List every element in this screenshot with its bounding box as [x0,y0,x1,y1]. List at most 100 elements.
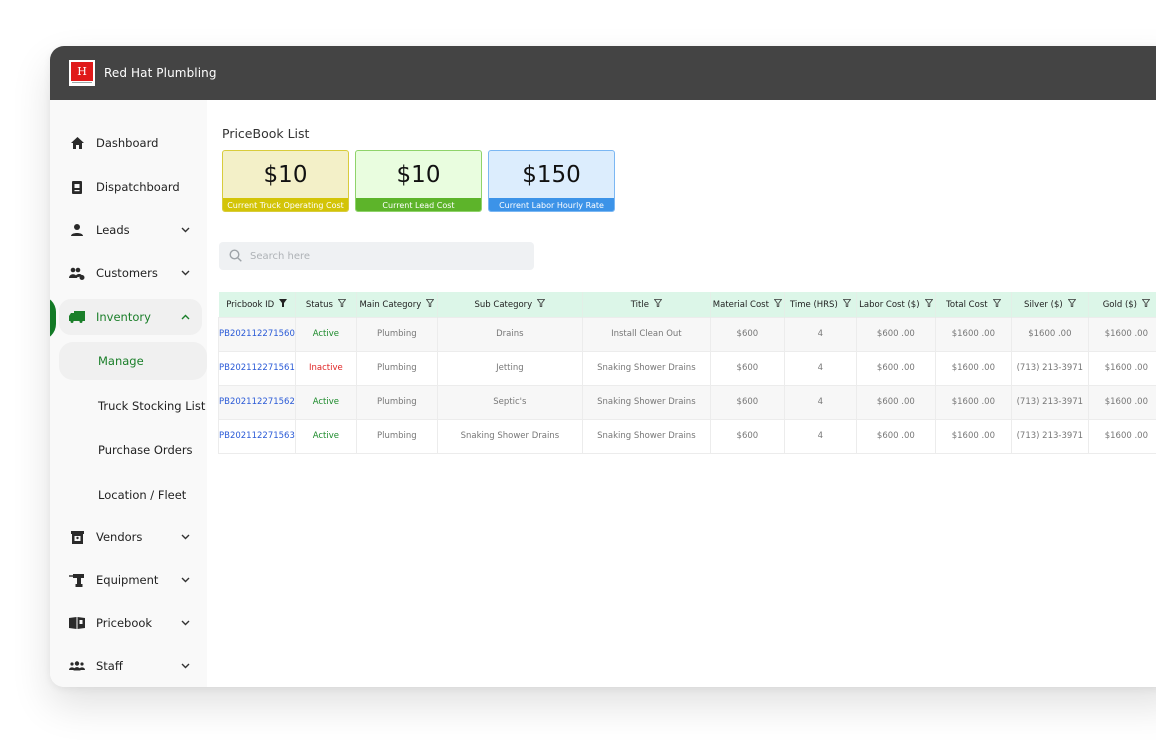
column-header-main-category[interactable]: Main Category [356,292,438,317]
filter-icon[interactable] [279,298,288,310]
card-label: Current Labor Hourly Rate [489,198,614,211]
cell-time-hrs: 4 [783,350,857,386]
search-icon [229,247,242,266]
column-header-label: Status [305,299,333,310]
cell-pricebook-id[interactable]: PB202112271561 [218,350,296,386]
lead-cost-card: $10 Current Lead Cost [355,150,482,212]
customers-icon [68,265,86,281]
table-row[interactable]: PB202112271562 Active Plumbing Septic's Snak… [218,384,1156,420]
table-row[interactable]: PB202112271560 Active Plumbing Drains Instal… [218,316,1156,352]
card-value: $10 [263,161,308,188]
filter-icon[interactable] [992,298,1001,310]
column-header-label: Silver ($) [1024,299,1063,310]
sidebar-item-dashboard[interactable]: Dashboard [59,125,202,161]
chevron-down-icon[interactable] [178,268,192,279]
column-header-material-cost[interactable]: Material Cost [710,292,785,317]
column-header-time-hrs[interactable]: Time (HRS) [784,292,857,317]
cell-status: Active [294,384,357,420]
sidebar-item-vendors[interactable]: Vendors [59,519,202,555]
sidebar-item-label: Leads [96,223,130,237]
column-header-title[interactable]: Title [582,292,711,317]
sidebar-item-dispatchboard[interactable]: Dispatchboard [59,169,202,205]
cell-main-category: Plumbing [355,384,438,420]
filter-icon[interactable] [653,298,663,310]
cell-main-category: Plumbing [355,418,438,454]
table-row[interactable]: PB202112271563 Active Plumbing Snaking Show… [218,418,1156,454]
cell-time-hrs: 4 [783,316,857,352]
page-title: PriceBook List [222,126,310,141]
column-header-status[interactable]: Status [295,292,357,317]
column-header-label: Labor Cost ($) [859,299,920,310]
sidebar-item-label: Equipment [96,573,159,587]
sidebar-item-inventory[interactable]: Inventory [59,299,202,335]
cell-pricebook-id[interactable]: PB202112271562 [218,384,296,420]
sidebar-subitem-location-fleet[interactable]: Location / Fleet [59,476,207,514]
sidebar-item-label: Pricebook [96,616,153,630]
filter-icon[interactable] [337,298,347,310]
cell-pricebook-id[interactable]: PB202112271563 [218,418,296,454]
column-header-pricebook-id[interactable]: Pricbook ID [218,292,296,317]
column-header-sub-category[interactable]: Sub Category [437,292,583,317]
sidebar-subitem-purchase-orders[interactable]: Purchase Orders [59,431,207,469]
logo-letter: H [71,62,93,81]
sidebar-item-customers[interactable]: Customers [59,255,202,291]
cell-gold: $1600 .00 [1087,350,1156,386]
column-header-gold[interactable]: Gold ($) [1088,292,1156,317]
filter-icon[interactable] [1141,298,1151,310]
sidebar-item-leads[interactable]: Leads [59,212,202,248]
app-window: H Red Hat Plumbling Dashboard Dispatchbo… [50,46,1156,687]
company-logo[interactable]: H [69,60,95,86]
filter-icon[interactable] [924,298,933,310]
chevron-down-icon[interactable] [178,532,192,543]
book-icon [68,615,86,631]
cell-sub-category: Snaking Shower Drains [436,418,583,454]
chevron-down-icon[interactable] [178,575,192,586]
chevron-up-icon[interactable] [178,312,192,323]
cell-labor-cost: $600 .00 [855,384,936,420]
search-input[interactable] [250,250,510,262]
sidebar-item-pricebook[interactable]: Pricebook [59,605,202,641]
column-header-labor-cost[interactable]: Labor Cost ($) [856,292,936,317]
home-icon [68,135,86,151]
sidebar-subitem-manage[interactable]: Manage [59,342,207,380]
pricebook-table: Pricbook ID Status Main Category Sub Catego… [218,292,1156,454]
sidebar: Dashboard Dispatchboard Leads Customers [50,100,207,687]
cell-title: Snaking Shower Drains [581,384,711,420]
logo-underline [72,82,92,85]
filter-icon[interactable] [842,298,852,310]
sidebar-item-label: Dashboard [96,136,159,150]
cell-sub-category: Jetting [436,350,583,386]
cell-total-cost: $1600 .00 [934,350,1012,386]
column-header-total-cost[interactable]: Total Cost [935,292,1012,317]
cell-sub-category: Septic's [436,384,583,420]
sidebar-item-label: Customers [96,266,158,280]
top-bar: H Red Hat Plumbling [50,46,1156,100]
filter-icon[interactable] [536,298,546,310]
chevron-down-icon[interactable] [178,661,192,672]
filter-icon[interactable] [773,298,783,310]
truck-operating-cost-card: $10 Current Truck Operating Cost [222,150,349,212]
cell-labor-cost: $600 .00 [855,316,936,352]
cell-gold: $1600 .00 [1087,418,1156,454]
cell-material-cost: $600 [709,350,785,386]
cell-total-cost: $1600 .00 [934,384,1012,420]
card-value: $150 [522,161,581,188]
filter-icon[interactable] [425,298,435,310]
column-header-silver[interactable]: Silver ($) [1011,292,1089,317]
sidebar-item-equipment[interactable]: Equipment [59,562,202,598]
filter-icon[interactable] [1067,298,1076,310]
sidebar-item-staff[interactable]: Staff [59,648,202,684]
cell-silver: (713) 213-3971 [1010,418,1089,454]
card-label: Current Lead Cost [356,198,481,211]
chevron-down-icon[interactable] [178,225,192,236]
cell-pricebook-id[interactable]: PB202112271560 [218,316,296,352]
table-row[interactable]: PB202112271561 Inactive Plumbing Jetting Sna… [218,350,1156,386]
column-header-label: Sub Category [474,299,533,310]
search-box[interactable] [219,242,534,270]
sidebar-subitem-truck-stocking-list[interactable]: Truck Stocking List [59,387,207,425]
chevron-down-icon[interactable] [178,618,192,629]
labor-hourly-rate-card: $150 Current Labor Hourly Rate [488,150,615,212]
cell-status: Inactive [294,350,357,386]
card-label: Current Truck Operating Cost [223,198,348,211]
cell-silver: (713) 213-3971 [1010,384,1089,420]
